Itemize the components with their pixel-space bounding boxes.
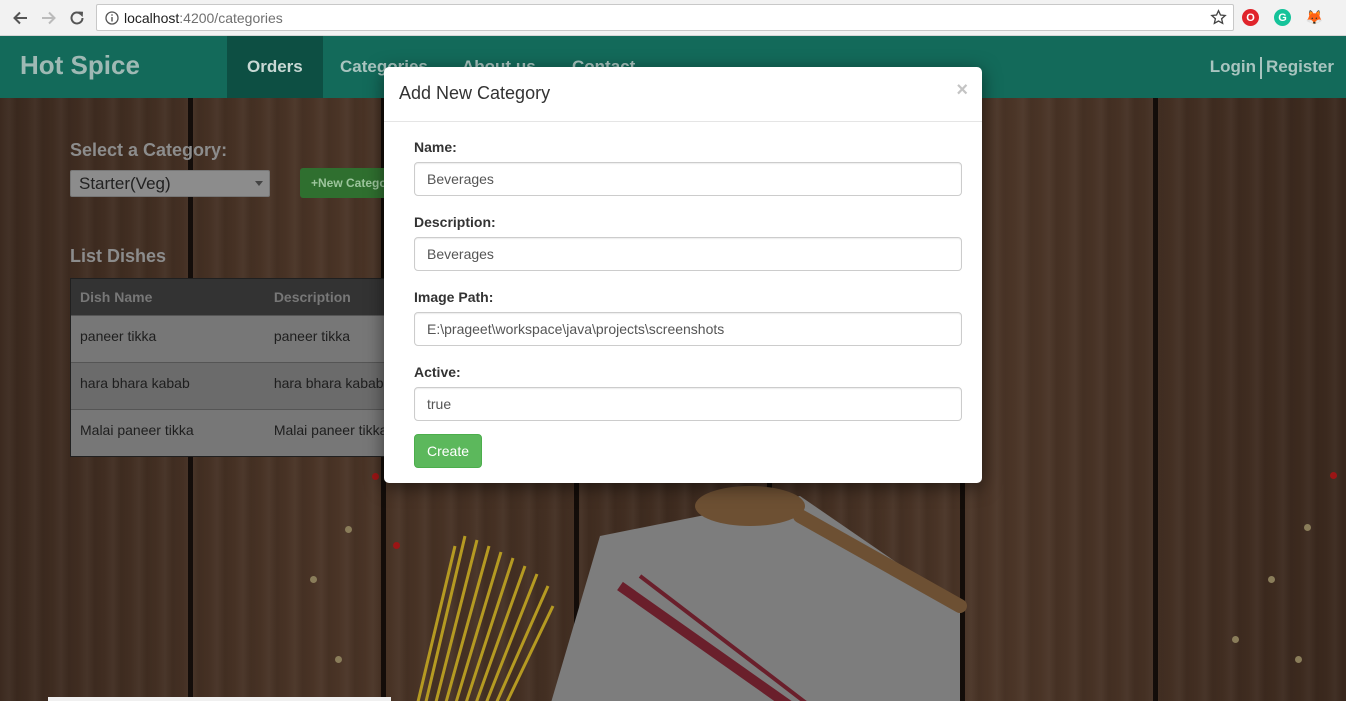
column-header-dish-name: Dish Name [80,289,153,305]
category-select[interactable]: Starter(Veg) [70,170,270,197]
wooden-spoon-image [695,486,967,613]
metamask-extension-icon[interactable]: 🦊 [1306,9,1323,26]
url-text: localhost:4200/categories [124,10,283,26]
peppercorn-dot [393,542,400,549]
register-link[interactable]: Register [1266,57,1334,76]
login-link[interactable]: Login [1210,57,1256,76]
peppercorn-dot [1232,636,1239,643]
page-body: Hot Spice Orders Categories About us Con… [0,36,1346,701]
auth-links: Login Register [1210,36,1334,98]
table-body: paneer tikka paneer tikka hara bhara kab… [71,315,399,456]
form-group-description: Description: [414,214,962,271]
form-group-image-path: Image Path: [414,289,962,346]
name-label: Name: [414,139,457,155]
modal-title: Add New Category [399,83,551,103]
peppercorn-dot [345,526,352,533]
cell-dish-name: paneer tikka [80,328,157,344]
table-header: Dish Name Description [71,279,399,315]
cell-description: Malai paneer tikka [273,422,388,438]
cell-description: hara bhara kabab [273,375,384,391]
url-host: localhost [124,10,180,26]
peppercorn-dot [335,656,342,663]
auth-divider [1259,56,1262,79]
bottom-scroll-strip [48,697,391,701]
address-bar[interactable]: localhost:4200/categories [96,4,1234,31]
description-input[interactable] [414,237,962,271]
description-label: Description: [414,214,496,230]
table-row[interactable]: hara bhara kabab hara bhara kabab [71,362,399,409]
form-group-name: Name: [414,139,962,196]
category-form: Name: Description: Image Path: Active: [414,139,962,439]
grammarly-extension-icon[interactable]: G [1274,9,1291,26]
forward-arrow-icon[interactable] [37,6,61,30]
peppercorn-dot [1295,656,1302,663]
peppercorn-dot [1330,472,1337,479]
name-input[interactable] [414,162,962,196]
spaghetti-image [416,535,555,701]
column-header-description: Description [273,289,351,305]
opera-extension-icon[interactable]: O [1242,9,1259,26]
peppercorn-dot [310,576,317,583]
create-button[interactable]: Create [414,434,482,468]
add-category-modal: Add New Category × Name: Description: Im… [384,67,982,483]
select-category-label: Select a Category: [70,140,228,160]
bookmark-star-icon[interactable] [1210,9,1227,26]
reload-icon[interactable] [65,6,89,30]
cell-dish-name: Malai paneer tikka [80,422,194,438]
dropdown-caret-icon [255,181,263,186]
form-group-active: Active: [414,364,962,421]
peppercorn-dot [1304,524,1311,531]
brand-logo[interactable]: Hot Spice [20,50,140,81]
list-dishes-title: List Dishes [70,246,167,266]
table-row[interactable]: paneer tikka paneer tikka [71,315,399,362]
peppercorn-dot [1268,576,1275,583]
back-arrow-icon[interactable] [8,6,32,30]
table-row[interactable]: Malai paneer tikka Malai paneer tikka [71,409,399,456]
url-path: :4200/categories [179,10,283,26]
image-path-input[interactable] [414,312,962,346]
info-icon[interactable] [105,11,119,25]
category-select-value: Starter(Veg) [79,174,171,193]
image-path-label: Image Path: [414,289,494,305]
cell-description: paneer tikka [273,328,351,344]
active-input[interactable] [414,387,962,421]
dishes-table: Dish Name Description paneer tikka panee… [70,278,400,457]
peppercorn-dot [372,473,379,480]
browser-toolbar: localhost:4200/categories O G 🦊 [0,0,1346,36]
cell-dish-name: hara bhara kabab [80,375,190,391]
nav-item-orders[interactable]: Orders [227,36,323,98]
modal-header: Add New Category × [384,67,982,122]
active-label: Active: [414,364,461,380]
close-icon[interactable]: × [956,79,968,102]
